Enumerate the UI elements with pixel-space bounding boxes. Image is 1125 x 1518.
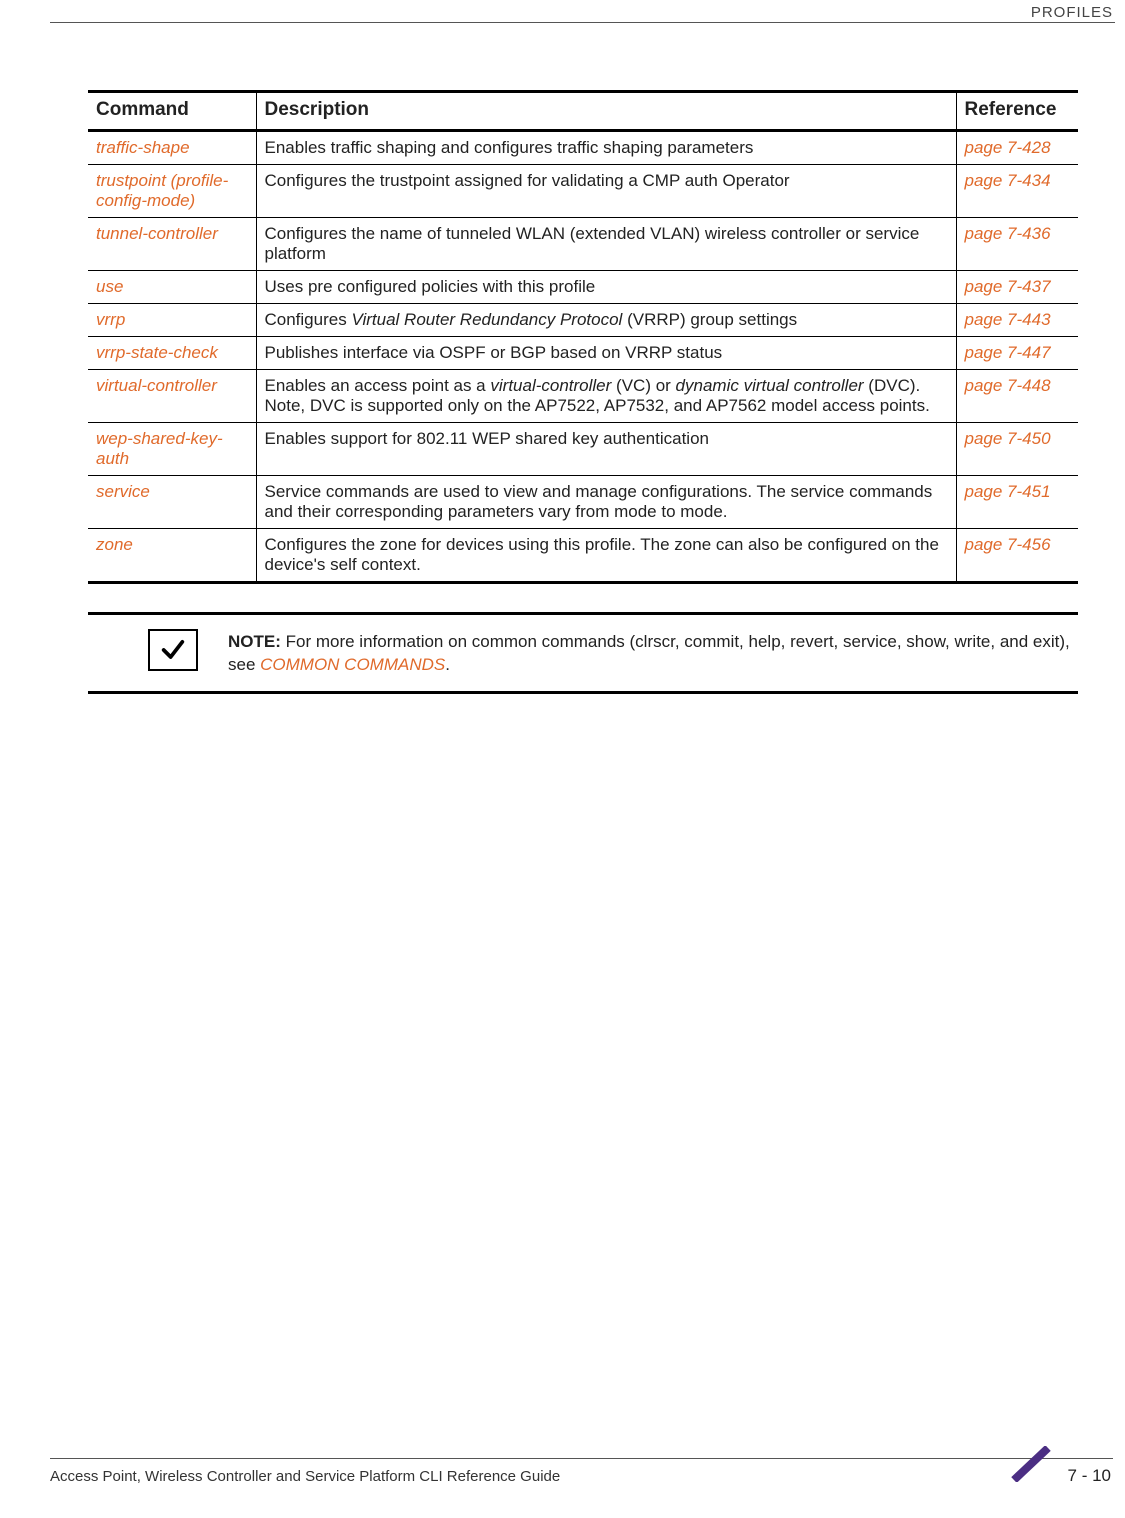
cmd-link[interactable]: service [88, 476, 256, 529]
ref-link[interactable]: page 7-448 [956, 370, 1078, 423]
cmd-description: Publishes interface via OSPF or BGP base… [256, 337, 956, 370]
ref-link[interactable]: page 7-437 [956, 271, 1078, 304]
table-row: vrrp-state-check Publishes interface via… [88, 337, 1078, 370]
note-text: NOTE: For more information on common com… [228, 629, 1078, 677]
note-bottom-rule [88, 691, 1078, 694]
cmd-link[interactable]: vrrp [88, 304, 256, 337]
cmd-link[interactable]: tunnel-controller [88, 218, 256, 271]
th-reference: Reference [956, 92, 1078, 131]
main-content: Command Description Reference traffic-sh… [88, 90, 1078, 694]
cmd-link[interactable]: trustpoint (profile-config-mode) [88, 165, 256, 218]
th-command: Command [88, 92, 256, 131]
cmd-description: Configures the name of tunneled WLAN (ex… [256, 218, 956, 271]
footer-title: Access Point, Wireless Controller and Se… [50, 1468, 560, 1485]
ref-link[interactable]: page 7-436 [956, 218, 1078, 271]
table-row: wep-shared-key-auth Enables support for … [88, 423, 1078, 476]
page-number: 7 - 10 [1068, 1448, 1111, 1486]
ref-link[interactable]: page 7-451 [956, 476, 1078, 529]
note-label: NOTE: [228, 632, 281, 651]
note-link[interactable]: COMMON COMMANDS [260, 655, 445, 674]
ref-link[interactable]: page 7-428 [956, 131, 1078, 165]
th-description: Description [256, 92, 956, 131]
cmd-description: Configures the zone for devices using th… [256, 529, 956, 583]
cmd-description: Configures the trustpoint assigned for v… [256, 165, 956, 218]
cmd-link[interactable]: use [88, 271, 256, 304]
cmd-description: Service commands are used to view and ma… [256, 476, 956, 529]
cmd-description: Enables traffic shaping and configures t… [256, 131, 956, 165]
ref-link[interactable]: page 7-450 [956, 423, 1078, 476]
page-footer: Access Point, Wireless Controller and Se… [0, 1458, 1125, 1500]
cmd-link[interactable]: traffic-shape [88, 131, 256, 165]
ref-link[interactable]: page 7-456 [956, 529, 1078, 583]
table-row: service Service commands are used to vie… [88, 476, 1078, 529]
cmd-description: Enables support for 802.11 WEP shared ke… [256, 423, 956, 476]
ref-link[interactable]: page 7-447 [956, 337, 1078, 370]
table-row: zone Configures the zone for devices usi… [88, 529, 1078, 583]
chapter-header: PROFILES [1031, 4, 1113, 21]
table-row: vrrp Configures Virtual Router Redundanc… [88, 304, 1078, 337]
footer-rule [50, 1458, 1113, 1459]
checkmark-icon [148, 629, 198, 671]
cmd-link[interactable]: zone [88, 529, 256, 583]
table-row: tunnel-controller Configures the name of… [88, 218, 1078, 271]
cmd-link[interactable]: vrrp-state-check [88, 337, 256, 370]
cmd-link[interactable]: wep-shared-key-auth [88, 423, 256, 476]
command-table: Command Description Reference traffic-sh… [88, 90, 1078, 584]
table-header-row: Command Description Reference [88, 92, 1078, 131]
cmd-link[interactable]: virtual-controller [88, 370, 256, 423]
table-row: use Uses pre configured policies with th… [88, 271, 1078, 304]
note-top-rule [88, 612, 1078, 615]
cmd-description: Enables an access point as a virtual-con… [256, 370, 956, 423]
table-row: trustpoint (profile-config-mode) Configu… [88, 165, 1078, 218]
cmd-description: Uses pre configured policies with this p… [256, 271, 956, 304]
cmd-description: Configures Virtual Router Redundancy Pro… [256, 304, 956, 337]
ref-link[interactable]: page 7-434 [956, 165, 1078, 218]
table-row: virtual-controller Enables an access poi… [88, 370, 1078, 423]
ref-link[interactable]: page 7-443 [956, 304, 1078, 337]
table-row: traffic-shape Enables traffic shaping an… [88, 131, 1078, 165]
top-rule [50, 22, 1115, 23]
slash-icon [1004, 1446, 1058, 1487]
note-block: NOTE: For more information on common com… [88, 612, 1078, 694]
